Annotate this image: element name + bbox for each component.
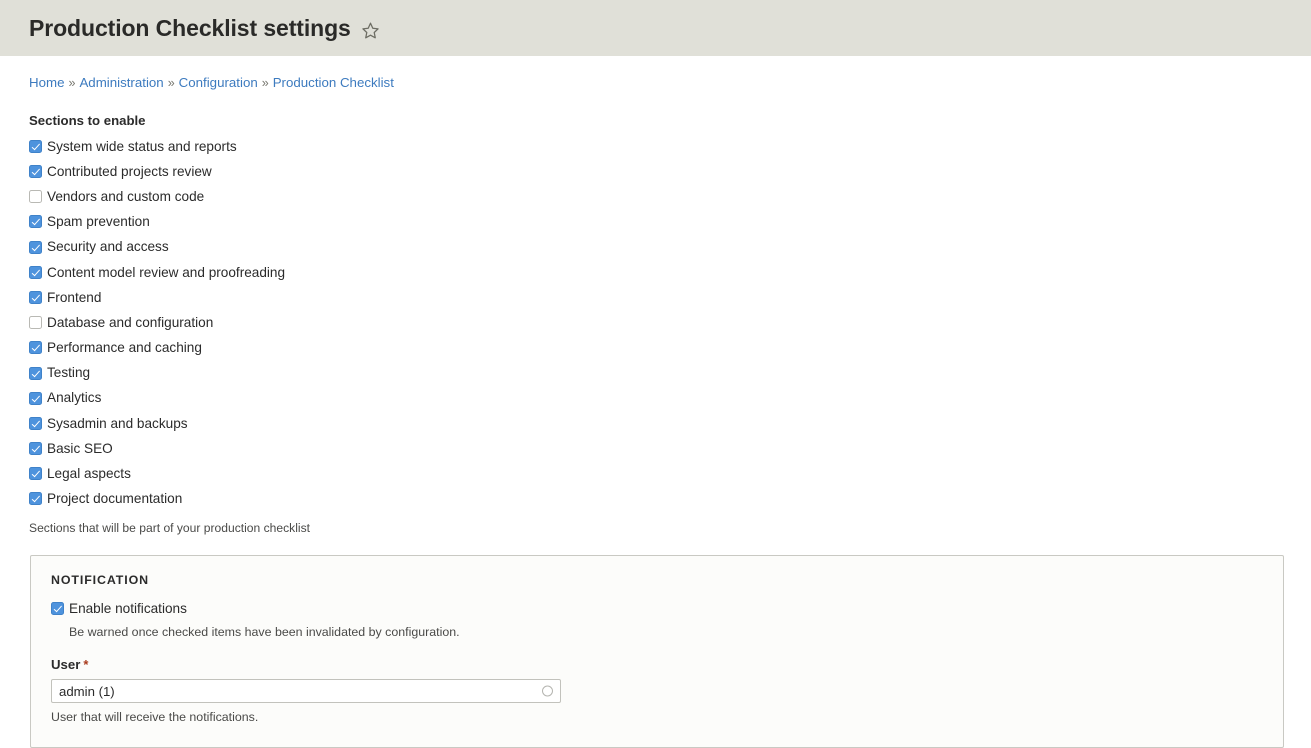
user-field-label-text: User	[51, 657, 80, 672]
user-field-label: User*	[51, 657, 1263, 673]
user-autocomplete-wrapper	[51, 679, 561, 703]
breadcrumb-separator: »	[168, 76, 175, 90]
section-checkbox[interactable]	[29, 140, 42, 153]
page-title: Production Checklist settings	[29, 17, 351, 40]
section-checkbox-label[interactable]: Legal aspects	[47, 467, 131, 481]
sections-field-label: Sections to enable	[29, 112, 1311, 129]
section-checkbox-label[interactable]: Frontend	[47, 291, 101, 305]
section-checkbox-label[interactable]: Sysadmin and backups	[47, 417, 188, 431]
section-checkbox-row[interactable]: Testing	[29, 360, 1311, 385]
section-checkbox-row[interactable]: Project documentation	[29, 486, 1311, 511]
section-checkbox-row[interactable]: System wide status and reports	[29, 134, 1311, 159]
section-checkbox-row[interactable]: Basic SEO	[29, 436, 1311, 461]
notification-fieldset: NOTIFICATION Enable notifications Be war…	[30, 555, 1284, 747]
section-checkbox-row[interactable]: Sysadmin and backups	[29, 411, 1311, 436]
section-checkbox-label[interactable]: Content model review and proofreading	[47, 266, 285, 280]
section-checkbox[interactable]	[29, 467, 42, 480]
section-checkbox-label[interactable]: Testing	[47, 366, 90, 380]
section-checkbox[interactable]	[29, 492, 42, 505]
section-checkbox-row[interactable]: Content model review and proofreading	[29, 260, 1311, 285]
section-checkbox[interactable]	[29, 266, 42, 279]
section-checkbox-label[interactable]: Database and configuration	[47, 316, 213, 330]
star-outline-icon[interactable]	[361, 21, 380, 40]
section-checkbox-row[interactable]: Spam prevention	[29, 209, 1311, 234]
section-checkbox-label[interactable]: Analytics	[47, 391, 101, 405]
breadcrumb-link-production-checklist[interactable]: Production Checklist	[273, 75, 394, 90]
section-checkbox-row[interactable]: Performance and caching	[29, 335, 1311, 360]
section-checkbox-row[interactable]: Security and access	[29, 235, 1311, 260]
breadcrumb-separator: »	[262, 76, 269, 90]
section-checkbox-row[interactable]: Contributed projects review	[29, 159, 1311, 184]
section-checkbox-label[interactable]: Security and access	[47, 240, 169, 254]
circle-throbber-icon[interactable]	[542, 686, 553, 697]
section-checkbox[interactable]	[29, 241, 42, 254]
user-autocomplete-input[interactable]	[51, 679, 561, 703]
page-header: Production Checklist settings	[0, 0, 1311, 56]
section-checkbox-label[interactable]: Performance and caching	[47, 341, 202, 355]
breadcrumb-link-home[interactable]: Home	[29, 75, 64, 90]
section-checkbox[interactable]	[29, 367, 42, 380]
breadcrumb-link-configuration[interactable]: Configuration	[179, 75, 258, 90]
section-checkbox[interactable]	[29, 190, 42, 203]
section-checkbox-label[interactable]: Contributed projects review	[47, 165, 212, 179]
required-marker: *	[83, 657, 88, 672]
user-form-item: User* User that will receive the notific…	[51, 657, 1263, 726]
breadcrumb-separator: »	[68, 76, 75, 90]
notification-fieldset-legend: NOTIFICATION	[51, 573, 1263, 588]
section-checkbox-label[interactable]: Vendors and custom code	[47, 190, 204, 204]
sections-checkbox-list: System wide status and reports Contribute…	[29, 134, 1311, 512]
section-checkbox-row[interactable]: Analytics	[29, 386, 1311, 411]
section-checkbox-row[interactable]: Vendors and custom code	[29, 184, 1311, 209]
section-checkbox[interactable]	[29, 291, 42, 304]
section-checkbox-label[interactable]: Spam prevention	[47, 215, 150, 229]
section-checkbox-row[interactable]: Frontend	[29, 285, 1311, 310]
sections-field-description: Sections that will be part of your produ…	[29, 520, 1311, 538]
section-checkbox[interactable]	[29, 417, 42, 430]
section-checkbox[interactable]	[29, 316, 42, 329]
enable-notifications-description: Be warned once checked items have been i…	[69, 624, 1263, 641]
section-checkbox[interactable]	[29, 392, 42, 405]
section-checkbox-label[interactable]: Project documentation	[47, 492, 182, 506]
enable-notifications-row[interactable]: Enable notifications	[51, 598, 1263, 620]
section-checkbox-label[interactable]: System wide status and reports	[47, 140, 237, 154]
section-checkbox[interactable]	[29, 442, 42, 455]
section-checkbox[interactable]	[29, 165, 42, 178]
enable-notifications-label[interactable]: Enable notifications	[69, 602, 187, 616]
section-checkbox-row[interactable]: Legal aspects	[29, 461, 1311, 486]
breadcrumb: Home » Administration » Configuration » Produc…	[0, 56, 1311, 93]
section-checkbox-label[interactable]: Basic SEO	[47, 442, 113, 456]
section-checkbox-row[interactable]: Database and configuration	[29, 310, 1311, 335]
breadcrumb-link-administration[interactable]: Administration	[79, 75, 163, 90]
enable-notifications-checkbox[interactable]	[51, 602, 64, 615]
section-checkbox[interactable]	[29, 341, 42, 354]
section-checkbox[interactable]	[29, 215, 42, 228]
main-content: Sections to enable System wide status an…	[0, 112, 1311, 748]
